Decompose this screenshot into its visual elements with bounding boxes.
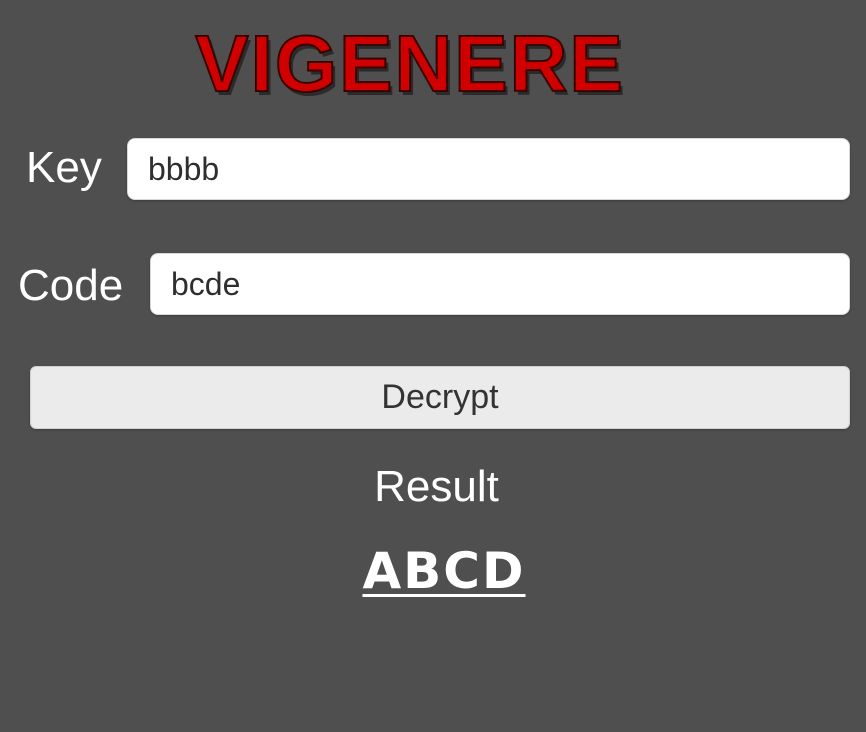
app-title: VIGENERE — [194, 19, 625, 108]
result-value: ABCD — [362, 542, 526, 600]
decrypt-button[interactable]: Decrypt — [30, 366, 850, 429]
code-input[interactable] — [150, 253, 850, 315]
key-label: Key — [26, 143, 102, 192]
code-label: Code — [18, 261, 124, 310]
key-input[interactable] — [127, 138, 850, 200]
result-label: Result — [374, 462, 499, 511]
